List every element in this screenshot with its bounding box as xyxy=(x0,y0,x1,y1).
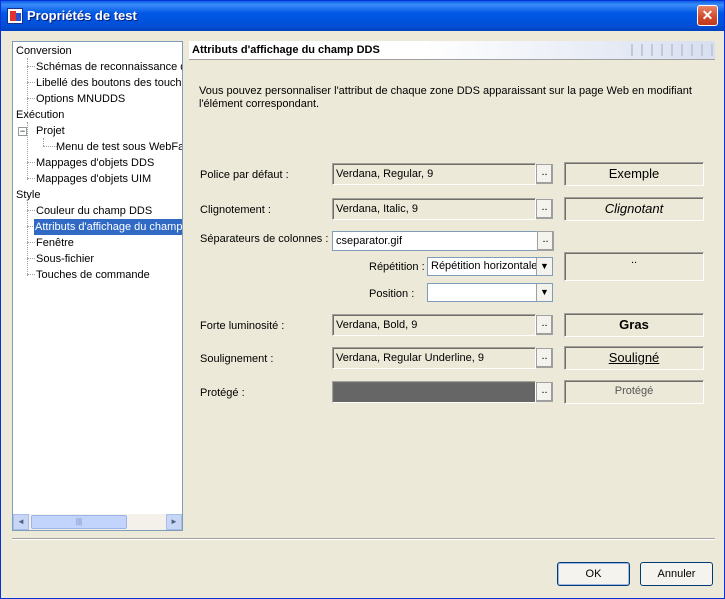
scroll-grip-icon: ||| xyxy=(75,517,83,526)
scroll-left-icon[interactable]: ◄ xyxy=(13,514,29,530)
column-separators-label: Séparateurs de colonnes : xyxy=(200,233,329,245)
cancel-button[interactable]: Annuler xyxy=(640,562,713,586)
blink-sample: Clignotant xyxy=(564,197,704,221)
tree-item-dds-object-mappings[interactable]: Mappages d'objets DDS xyxy=(36,155,154,171)
separator-preview: .. xyxy=(564,252,704,281)
tree-item-command-keys[interactable]: Touches de commande xyxy=(36,267,150,283)
column-separator-browse-button[interactable]: .. xyxy=(537,231,554,251)
bottom-divider xyxy=(12,538,715,540)
high-intensity-sample: Gras xyxy=(564,313,704,337)
position-label: Position : xyxy=(369,288,415,300)
tree-item-recognition-schemas[interactable]: Schémas de reconnaissance d xyxy=(36,59,182,75)
tree-item-dds-field-color[interactable]: Couleur du champ DDS xyxy=(36,203,152,219)
tree-item-uim-object-mappings[interactable]: Mappages d'objets UIM xyxy=(36,171,151,187)
protected-label: Protégé : xyxy=(200,387,245,399)
ok-button[interactable]: OK xyxy=(557,562,630,586)
tree-item-project[interactable]: Projet xyxy=(36,123,65,139)
high-intensity-label: Forte luminosité : xyxy=(200,320,285,332)
repetition-value: Répétition horizontale xyxy=(431,260,538,272)
blink-label: Clignotement : xyxy=(200,204,271,216)
tree-item-field-display-attributes[interactable]: Attributs d'affichage du champ xyxy=(34,219,182,235)
tree-item-webfacing-test-menu[interactable]: Menu de test sous WebFac xyxy=(56,139,182,155)
underline-sample: Souligné xyxy=(564,346,704,370)
tree-horizontal-scrollbar[interactable]: ◄ ||| ► xyxy=(13,514,182,530)
blink-font-browse-button[interactable]: .. xyxy=(536,199,553,219)
title-bar[interactable]: Propriétés de test ✕ xyxy=(1,1,724,31)
high-intensity-font-field: Verdana, Bold, 9 xyxy=(332,314,536,336)
tree-item-execution[interactable]: Exécution xyxy=(16,107,64,123)
repetition-label: Répétition : xyxy=(369,261,425,273)
tree-item-key-button-labels[interactable]: Libellé des boutons des touche xyxy=(36,75,182,91)
scroll-thumb[interactable]: ||| xyxy=(31,515,127,529)
window-title: Propriétés de test xyxy=(27,8,137,23)
collapse-icon[interactable]: − xyxy=(18,127,27,136)
scroll-right-icon[interactable]: ► xyxy=(166,514,182,530)
underline-font-field: Verdana, Regular Underline, 9 xyxy=(332,347,536,369)
default-font-label: Police par défaut : xyxy=(200,169,289,181)
protected-sample: Protégé xyxy=(564,380,704,404)
tree-item-style[interactable]: Style xyxy=(16,187,40,203)
default-font-browse-button[interactable]: .. xyxy=(536,164,553,184)
properties-window: Propriétés de test ✕ Conversion Schémas … xyxy=(0,0,725,599)
default-font-sample: Exemple xyxy=(564,162,704,186)
blink-font-field: Verdana, Italic, 9 xyxy=(332,198,536,220)
settings-tree[interactable]: Conversion Schémas de reconnaissance d L… xyxy=(12,41,183,531)
tree-item-subfile[interactable]: Sous-fichier xyxy=(36,251,94,267)
underline-label: Soulignement : xyxy=(200,353,274,365)
panel-description: Vous pouvez personnaliser l'attribut de … xyxy=(199,85,692,110)
tree-item-window[interactable]: Fenêtre xyxy=(36,235,74,251)
protected-color-field xyxy=(332,381,536,403)
high-intensity-browse-button[interactable]: .. xyxy=(536,315,553,335)
panel-title: Attributs d'affichage du champ DDS xyxy=(192,44,380,56)
default-font-field: Verdana, Regular, 9 xyxy=(332,163,536,185)
close-button[interactable]: ✕ xyxy=(697,5,718,26)
chevron-down-icon[interactable]: ▼ xyxy=(536,258,552,275)
panel-header: Attributs d'affichage du champ DDS xyxy=(189,41,715,60)
header-decoration xyxy=(623,44,713,56)
repetition-select[interactable]: Répétition horizontale ▼ xyxy=(427,257,553,276)
column-separator-input[interactable]: cseparator.gif xyxy=(332,231,538,251)
app-icon xyxy=(7,8,23,24)
position-select[interactable]: ▼ xyxy=(427,283,553,302)
chevron-down-icon[interactable]: ▼ xyxy=(536,284,552,301)
protected-browse-button[interactable]: .. xyxy=(536,382,553,402)
underline-browse-button[interactable]: .. xyxy=(536,348,553,368)
tree-item-conversion[interactable]: Conversion xyxy=(16,43,72,59)
tree-item-mnudds-options[interactable]: Options MNUDDS xyxy=(36,91,125,107)
